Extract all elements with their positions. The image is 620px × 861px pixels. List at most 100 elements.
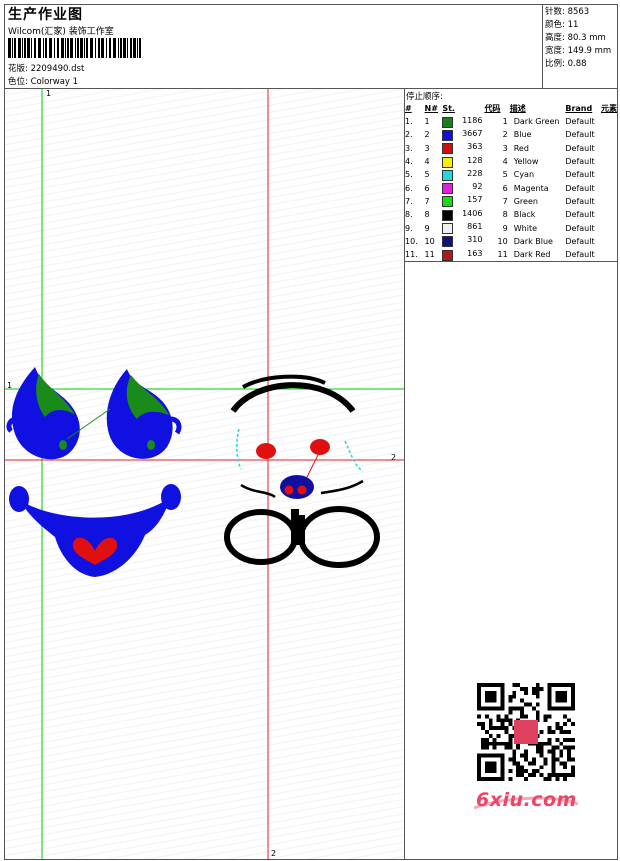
table-row: 11. 11 163 11 Dark Red Default [404, 248, 618, 261]
company-name: Wilcom(汇家) 装饰工作室 [8, 27, 114, 37]
row-description: Yellow [513, 157, 539, 167]
row-needle: 10 [424, 236, 435, 246]
row-needle: 7 [424, 196, 430, 206]
design-info: 花版: 2209490.dst [8, 62, 84, 74]
row-brand: Default [565, 157, 595, 167]
table-row: 4. 4 128 4 Yellow Default [404, 155, 618, 168]
table-row: 5. 5 228 5 Cyan Default [404, 168, 618, 181]
row-element [600, 168, 618, 181]
axis-label-h1: 1 [7, 381, 13, 390]
row-index: 8. [405, 210, 413, 220]
design-value: 2209490.dst [30, 64, 85, 74]
color-swatch [442, 116, 454, 128]
qr-code [474, 683, 578, 781]
row-code: 10 [497, 236, 508, 246]
color-swatch [442, 236, 454, 248]
row-index: 2. [405, 130, 413, 140]
embroidery-design [5, 89, 404, 859]
row-code: 4 [502, 157, 508, 167]
stat-colors: 颜色: 11 [545, 20, 579, 30]
row-needle: 6 [424, 183, 430, 193]
row-stitches: 310 [441, 235, 483, 248]
row-stitches: 163 [441, 248, 483, 261]
colorway-label: 色位: [8, 77, 28, 87]
row-description: Dark Blue [513, 236, 553, 246]
row-code: 9 [502, 223, 508, 233]
row-needle: 9 [424, 223, 430, 233]
row-index: 7. [405, 196, 413, 206]
table-row: 3. 3 363 3 Red Default [404, 142, 618, 155]
barcode [8, 38, 141, 58]
color-swatch [442, 169, 454, 181]
page-title: 生产作业图 [8, 7, 83, 23]
color-swatch [442, 223, 454, 235]
row-needle: 8 [424, 210, 430, 220]
table-row: 2. 2 3667 2 Blue Default [404, 128, 618, 141]
design-canvas [5, 89, 404, 859]
color-swatch [442, 129, 454, 141]
table-bottom-divider [404, 261, 618, 262]
row-needle: 5 [424, 170, 430, 180]
row-element [600, 248, 618, 261]
row-description: Green [513, 196, 538, 206]
row-index: 4. [405, 157, 413, 167]
row-description: Dark Red [513, 250, 551, 260]
row-element [600, 235, 618, 248]
stats-panel: 针数: 8563 颜色: 11 高度: 80.3 mm 宽度: 149.9 mm… [542, 4, 618, 88]
row-index: 3. [405, 143, 413, 153]
row-description: Magenta [513, 183, 549, 193]
row-code: 7 [502, 196, 508, 206]
row-description: Red [513, 143, 529, 153]
right-eye [106, 369, 182, 459]
row-brand: Default [565, 236, 595, 246]
row-brand: Default [565, 143, 595, 153]
row-needle: 1 [424, 117, 430, 127]
color-swatch [442, 196, 454, 208]
row-element [600, 115, 618, 128]
table-row: 8. 8 1406 8 Black Default [404, 208, 618, 221]
row-element [600, 221, 618, 234]
left-eye [6, 367, 80, 460]
row-index: 9. [405, 223, 413, 233]
watermark-brand: 6xiu.com [476, 789, 577, 811]
stat-width: 宽度: 149.9 mm [545, 46, 612, 56]
row-index: 10. [405, 236, 418, 246]
row-brand: Default [565, 210, 595, 220]
mouth [9, 484, 181, 577]
color-swatch [442, 183, 454, 195]
axis-label-v1: 1 [46, 89, 52, 98]
row-stitches: 128 [441, 155, 483, 168]
col-needle: N# [424, 103, 438, 113]
colorway-value: Colorway 1 [30, 77, 79, 87]
color-swatch [442, 143, 454, 155]
col-description: 描述 [509, 103, 526, 113]
row-brand: Default [565, 170, 595, 180]
row-code: 1 [502, 117, 508, 127]
row-stitches: 363 [441, 142, 483, 155]
row-code: 6 [502, 183, 508, 193]
row-description: Blue [513, 130, 532, 140]
row-stitches: 157 [441, 195, 483, 208]
row-stitches: 861 [441, 221, 483, 235]
axis-label-v2: 2 [271, 849, 277, 858]
color-swatch [442, 209, 454, 221]
col-code: 代码 [484, 103, 501, 113]
table-row: 9. 9 861 9 White Default [404, 221, 618, 235]
colorway-info: 色位: Colorway 1 [8, 75, 78, 87]
row-element [600, 195, 618, 208]
axis-label-h2: 2 [391, 453, 397, 462]
col-stitches: St. [442, 103, 455, 113]
row-element [600, 128, 618, 141]
row-brand: Default [565, 250, 595, 260]
row-element [600, 142, 618, 155]
row-element [600, 181, 618, 194]
row-code: 3 [502, 143, 508, 153]
col-element: 元素 [601, 103, 617, 113]
row-code: 5 [502, 170, 508, 180]
table-row: 10. 10 310 10 Dark Blue Default [404, 235, 618, 248]
row-code: 11 [497, 250, 508, 260]
row-stitches: 228 [441, 168, 483, 181]
row-element [600, 208, 618, 221]
row-description: Dark Green [513, 117, 560, 127]
row-needle: 3 [424, 143, 430, 153]
